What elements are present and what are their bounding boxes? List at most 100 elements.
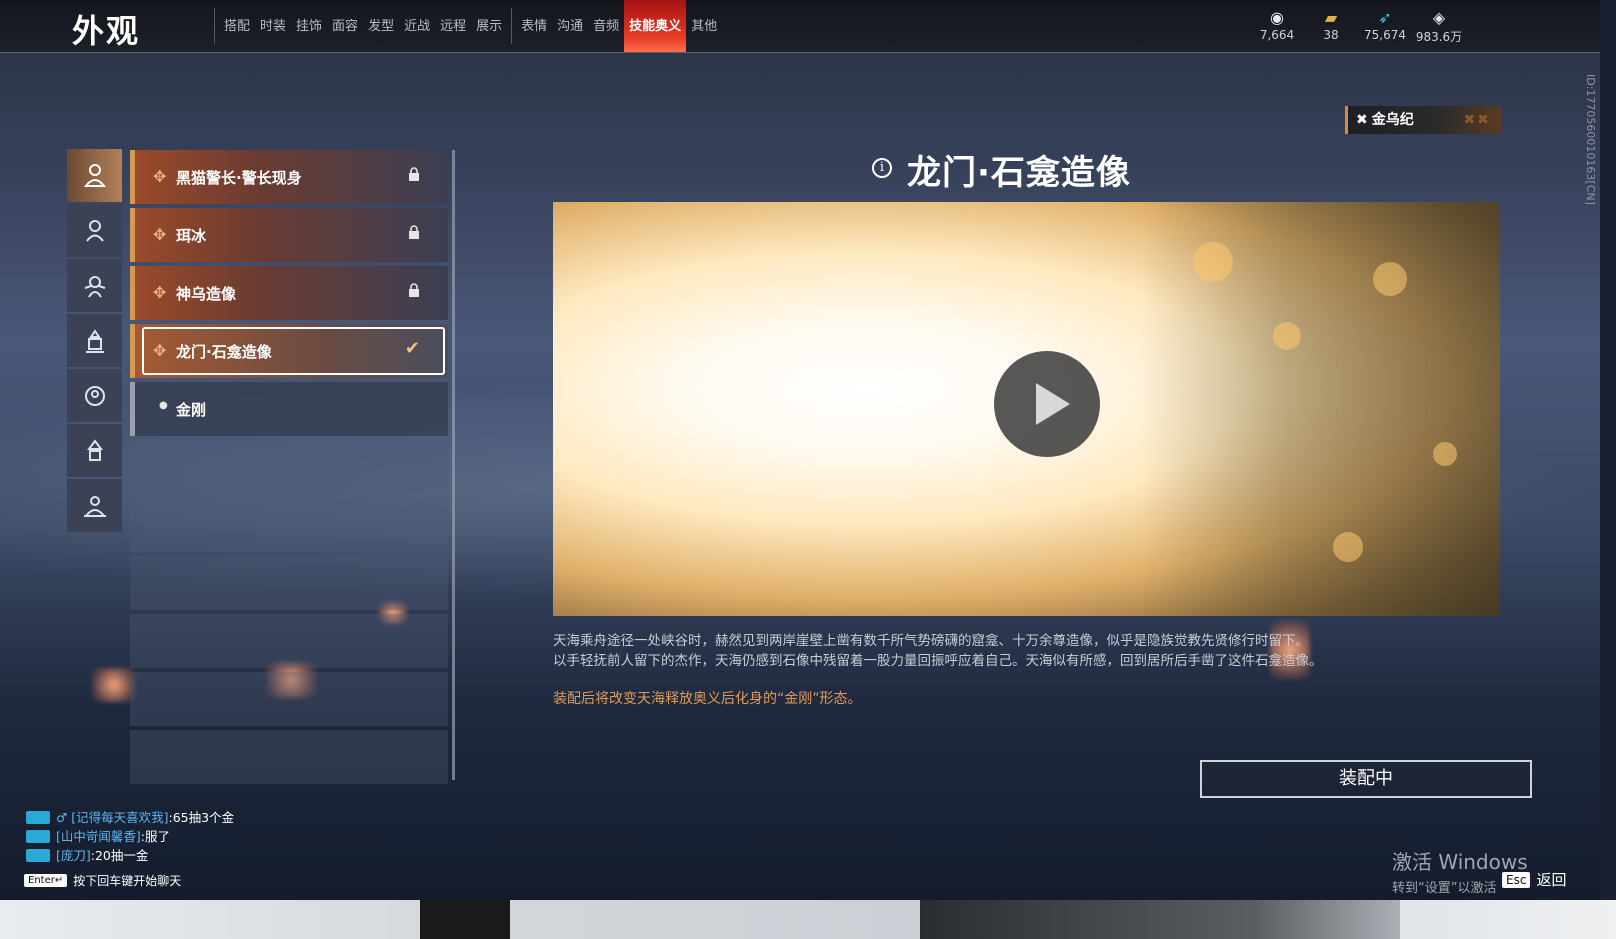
currency-diamonds: ◈ 983.6万 — [1412, 8, 1466, 45]
skill-item[interactable]: ✥ 珥冰 — [130, 208, 448, 262]
checkmark-icon: ✔ — [404, 338, 420, 359]
top-divider — [0, 52, 1600, 53]
tab-fashion[interactable]: 时装 — [255, 0, 291, 52]
tab-hair[interactable]: 发型 — [363, 0, 399, 52]
chat-sender[interactable]: [记得每天喜欢我] — [71, 808, 168, 827]
esc-key: Esc — [1502, 871, 1531, 888]
equip-note: 装配后将改变天海释放奥义后化身的“金刚”形态。 — [553, 691, 862, 707]
category-sidebar — [67, 149, 122, 534]
ornament-icon: ✥ — [153, 167, 167, 186]
skill-title-text: 龙门·石龛造像 — [907, 153, 1131, 193]
tab-communication[interactable]: 沟通 — [552, 0, 588, 52]
tab-melee[interactable]: 近战 — [399, 0, 435, 52]
currency-coins: ◉ 7,664 — [1250, 8, 1304, 45]
skill-list: ✥ 黑猫警长·警长现身 ✥ 珥冰 ✥ 神乌造像 ✥ 龙门·石龛造像 ✔ ● 金刚 — [130, 150, 448, 788]
background-detail — [920, 900, 1400, 939]
chat-text: :65抽3个金 — [168, 810, 235, 825]
channel-icon — [26, 811, 50, 824]
category-item-6[interactable] — [67, 424, 122, 477]
empty-slot — [130, 498, 448, 552]
category-nav: 搭配 时装 挂饰 面容 发型 近战 远程 展示 表情 沟通 音频 技能奥义 其他 — [210, 0, 722, 52]
chat-message: ♂ [记得每天喜欢我] :65抽3个金 — [26, 808, 234, 827]
chat-hint[interactable]: Enter↵ 按下回车键开始聊天 — [24, 872, 181, 889]
category-item-4[interactable] — [67, 314, 122, 367]
empty-slot — [130, 440, 448, 494]
preview-video[interactable] — [553, 202, 1500, 616]
coin-stack-icon: ◉ — [1270, 8, 1284, 27]
diamond-icon: ◈ — [1432, 8, 1446, 27]
skill-label: 神乌造像 — [176, 285, 237, 303]
skill-label: 珥冰 — [176, 227, 207, 245]
chat-text: :服了 — [140, 829, 170, 844]
category-item-3[interactable] — [67, 259, 122, 312]
ornament-icon: ✖✖ — [1463, 112, 1491, 128]
chat-sender[interactable]: [庞刀] — [56, 846, 91, 865]
tab-outfit-set[interactable]: 搭配 — [219, 0, 255, 52]
empty-slot — [130, 614, 448, 668]
empty-slot — [130, 556, 448, 610]
description-line: 以手轻抚前人留下的杰作，天海仍感到石像中残留着一股力量回振呼应着自己。天海似有所… — [553, 653, 1323, 669]
currency-feathers: ➶ 75,674 — [1358, 8, 1412, 45]
category-item-5[interactable] — [67, 369, 122, 422]
ornament-icon: ✥ — [153, 225, 167, 244]
category-item-1[interactable] — [67, 149, 122, 202]
bokeh-light — [1273, 322, 1301, 350]
ticket-icon: ▰ — [1324, 8, 1338, 27]
skill-title: 龙门·石龛造像 — [873, 145, 1131, 194]
bokeh-light — [1333, 532, 1363, 562]
skill-item[interactable]: ✥ 神乌造像 — [130, 266, 448, 320]
skill-label: 黑猫警长·警长现身 — [176, 169, 302, 187]
channel-icon — [26, 830, 50, 843]
bokeh-light — [1193, 242, 1233, 282]
avatar-icon-6 — [86, 438, 103, 461]
avatar-icon-5 — [84, 385, 105, 406]
bokeh-light — [1433, 442, 1457, 466]
enter-key: Enter↵ — [24, 874, 68, 887]
ornament-icon: ✥ — [153, 341, 167, 360]
skill-item[interactable]: ✥ 黑猫警长·警长现身 — [130, 150, 448, 204]
badge-label: 金乌纪 — [1371, 112, 1414, 128]
tab-display[interactable]: 展示 — [471, 0, 507, 52]
currency-value: 75,674 — [1364, 28, 1406, 42]
bokeh-light — [1373, 262, 1407, 296]
category-item-2[interactable] — [67, 204, 122, 257]
nav-divider — [511, 8, 513, 44]
category-item-7[interactable] — [67, 479, 122, 532]
currency-value: 983.6万 — [1415, 30, 1463, 44]
channel-icon — [26, 849, 50, 862]
avatar-icon-3 — [84, 275, 105, 298]
currency-value: 38 — [1323, 28, 1339, 42]
play-button[interactable] — [994, 351, 1100, 457]
series-badge: ✖ 金乌纪 ✖✖ — [1345, 106, 1501, 134]
chat-log: ♂ [记得每天喜欢我] :65抽3个金 [山中岢闻馨香] :服了 [庞刀] :2… — [26, 808, 234, 865]
avatar-icon-4 — [85, 328, 104, 353]
chat-message: [山中岢闻馨香] :服了 — [26, 827, 234, 846]
tab-ranged[interactable]: 远程 — [435, 0, 471, 52]
empty-slot — [130, 672, 448, 726]
lock-icon — [409, 225, 419, 239]
player-id: ID:1770560010163[CN] — [1584, 74, 1597, 205]
cross-icon: ✖ — [1356, 112, 1368, 128]
tab-skill-ultimate[interactable]: 技能奥义 — [624, 0, 687, 52]
currency-tickets: ▰ 38 — [1304, 8, 1358, 45]
tab-emote[interactable]: 表情 — [516, 0, 552, 52]
tab-face[interactable]: 面容 — [327, 0, 363, 52]
tab-audio[interactable]: 音频 — [588, 0, 624, 52]
currency-value: 7,664 — [1259, 28, 1295, 42]
back-button[interactable]: Esc 返回 — [1502, 869, 1566, 890]
list-scrollbar[interactable] — [452, 150, 455, 780]
avatar-icon-2 — [85, 219, 104, 242]
skill-label: 龙门·石龛造像 — [176, 343, 272, 361]
skill-item[interactable]: ● 金刚 — [130, 382, 448, 436]
background-strip — [0, 900, 1616, 939]
back-label: 返回 — [1536, 871, 1567, 889]
avatar-icon-1 — [83, 163, 106, 187]
background-detail — [420, 900, 510, 939]
equip-button[interactable]: 装配中 — [1200, 760, 1532, 798]
drop-icon: ● — [159, 400, 168, 411]
tab-accessory[interactable]: 挂饰 — [291, 0, 327, 52]
description-line: 天海乘舟途径一处峡谷时，赫然见到两岸崖壁上凿有数千所气势磅礴的窟龛、十万余尊造像… — [553, 633, 1309, 649]
skill-item-selected[interactable]: ✥ 龙门·石龛造像 ✔ — [130, 324, 448, 378]
chat-sender[interactable]: [山中岢闻馨香] — [56, 827, 141, 846]
tab-other[interactable]: 其他 — [686, 0, 722, 52]
